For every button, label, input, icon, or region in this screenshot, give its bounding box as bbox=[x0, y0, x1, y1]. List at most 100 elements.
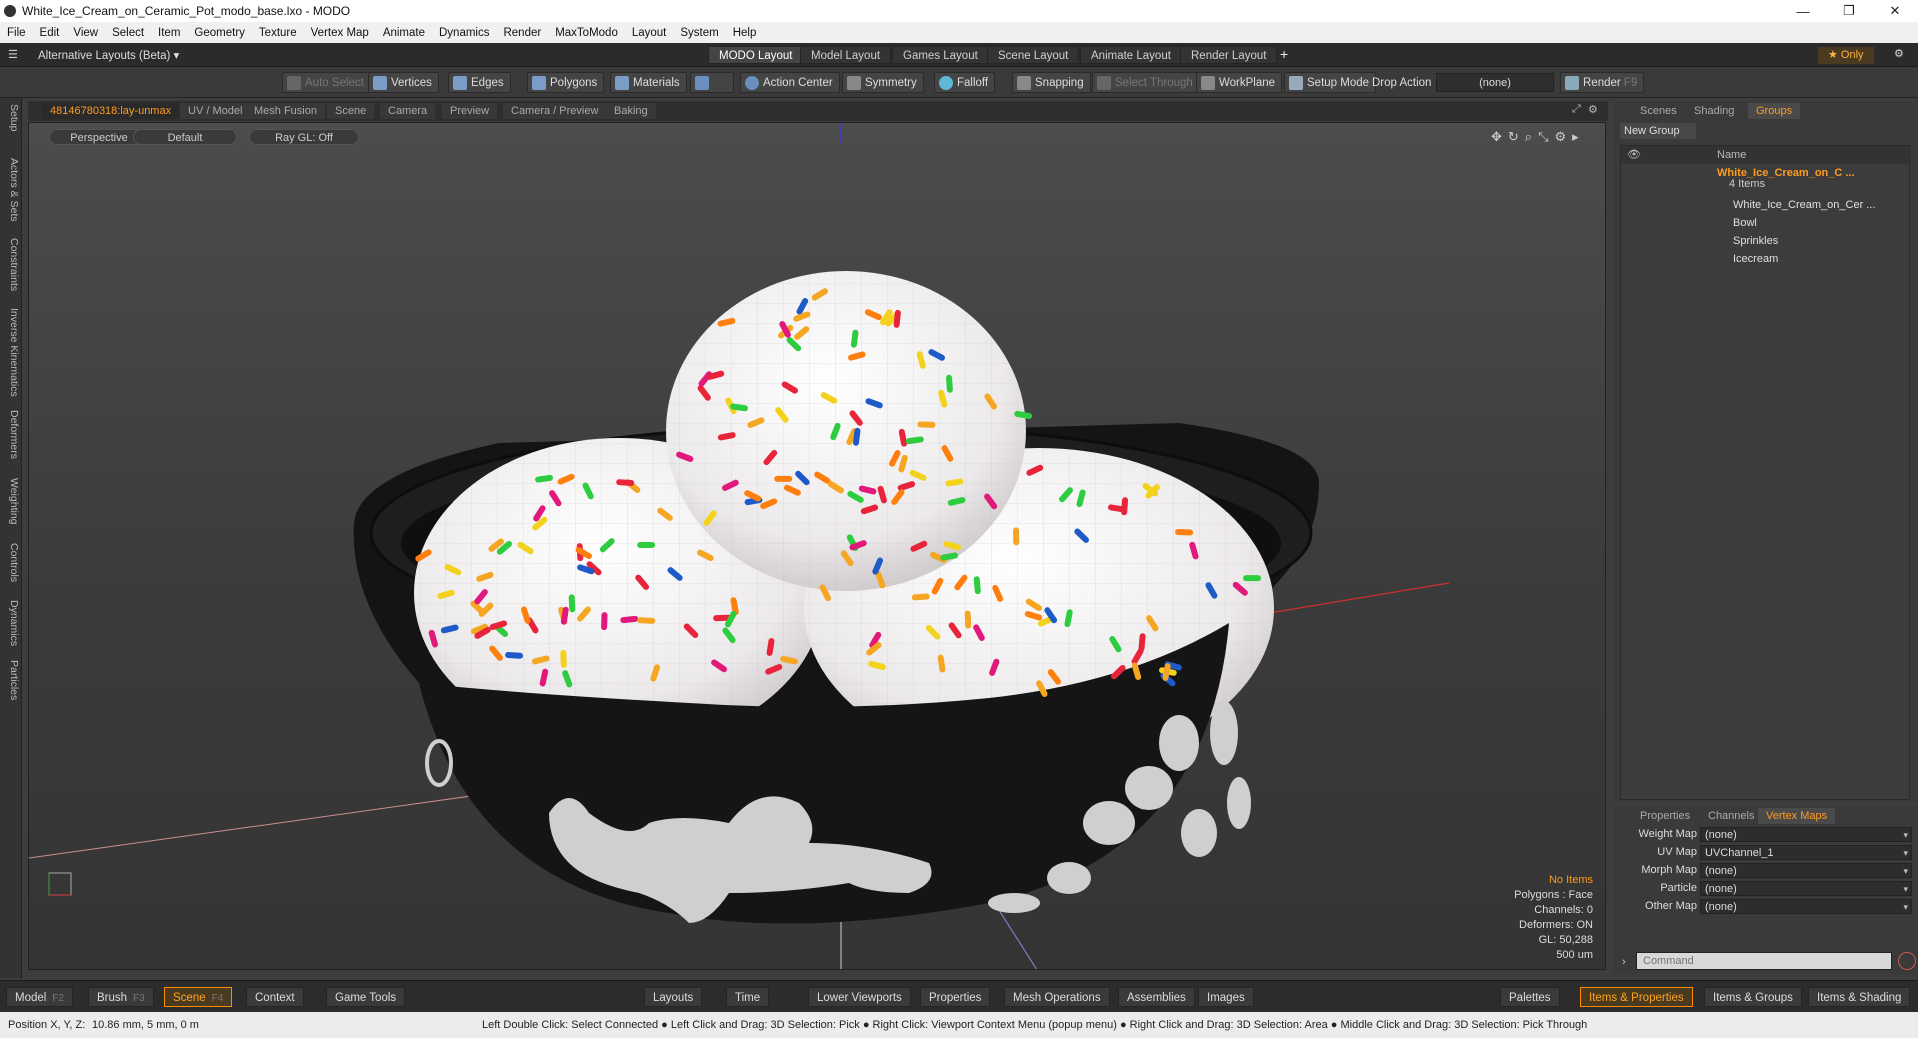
command-input[interactable] bbox=[1636, 952, 1892, 970]
menu-vertex-map[interactable]: Vertex Map bbox=[304, 27, 376, 39]
weight-map-select[interactable]: (none) bbox=[1700, 827, 1912, 843]
group-root-row[interactable]: White_Ice_Cream_on_C ... 4 Items bbox=[1621, 166, 1911, 192]
record-icon[interactable] bbox=[1898, 952, 1916, 970]
menu-geometry[interactable]: Geometry bbox=[187, 27, 252, 39]
menu-render[interactable]: Render bbox=[496, 27, 548, 39]
time-button[interactable]: Time bbox=[726, 987, 770, 1007]
images-button[interactable]: Images bbox=[1198, 987, 1254, 1007]
properties-button[interactable]: Properties bbox=[920, 987, 991, 1007]
visibility-icon[interactable]: 👁 bbox=[1627, 146, 1641, 164]
side-tab-weighting[interactable]: Weighting bbox=[2, 478, 20, 525]
menu-view[interactable]: View bbox=[66, 27, 105, 39]
tab-camera[interactable]: Camera bbox=[380, 103, 436, 119]
workplane-button[interactable]: WorkPlane bbox=[1196, 72, 1283, 93]
menu-help[interactable]: Help bbox=[726, 27, 764, 39]
menu-edit[interactable]: Edit bbox=[33, 27, 67, 39]
viewport-gear-icon[interactable]: ⚙ bbox=[1588, 103, 1598, 116]
materials-button[interactable]: Materials bbox=[610, 72, 687, 93]
morph-map-select[interactable]: (none) bbox=[1700, 863, 1912, 879]
other-map-select[interactable]: (none) bbox=[1700, 899, 1912, 915]
assemblies-button[interactable]: Assemblies bbox=[1118, 987, 1195, 1007]
new-group-button[interactable]: New Group bbox=[1620, 123, 1696, 139]
brush-mode-button[interactable]: Brush F3 bbox=[88, 987, 154, 1007]
menu-maxtomodo[interactable]: MaxToModo bbox=[548, 27, 625, 39]
game-tools-button[interactable]: Game Tools bbox=[326, 987, 406, 1007]
tab-properties[interactable]: Properties bbox=[1632, 808, 1698, 824]
polygons-button[interactable]: Polygons bbox=[527, 72, 605, 93]
side-tab-inverse-kinematics[interactable]: Inverse Kinematics bbox=[2, 308, 20, 397]
tab-animate-layout[interactable]: Animate Layout bbox=[1080, 46, 1182, 64]
minimize-button[interactable]: — bbox=[1780, 0, 1826, 22]
action-center-button[interactable]: Action Center bbox=[740, 72, 840, 93]
falloff-button[interactable]: Falloff bbox=[934, 72, 996, 93]
side-tab-controls[interactable]: Controls bbox=[2, 543, 20, 582]
items-properties-button[interactable]: Items & Properties bbox=[1580, 987, 1693, 1007]
drop-action-select[interactable]: (none) bbox=[1436, 73, 1554, 92]
3d-viewport[interactable]: Perspective Default Ray GL: Off ✥↻⌕⤡⚙▸ N… bbox=[28, 122, 1606, 970]
snap-toggle-icon[interactable] bbox=[690, 72, 734, 93]
lower-viewports-button[interactable]: Lower Viewports bbox=[808, 987, 911, 1007]
mesh-operations-button[interactable]: Mesh Operations bbox=[1004, 987, 1110, 1007]
side-tab-dynamics[interactable]: Dynamics bbox=[2, 600, 20, 646]
menu-animate[interactable]: Animate bbox=[376, 27, 432, 39]
tab-camera-preview[interactable]: Camera / Preview bbox=[503, 103, 607, 119]
items-shading-button[interactable]: Items & Shading bbox=[1808, 987, 1911, 1007]
gear-icon[interactable]: ⚙ bbox=[1894, 47, 1904, 60]
group-item-row[interactable]: Sprinkles bbox=[1621, 232, 1911, 250]
snapping-button[interactable]: Snapping bbox=[1012, 72, 1091, 93]
tab-channels[interactable]: Channels bbox=[1700, 808, 1762, 824]
tab-preview[interactable]: Preview bbox=[442, 103, 498, 119]
add-layout-button[interactable]: + bbox=[1280, 46, 1288, 62]
tab-baking[interactable]: Baking bbox=[606, 103, 656, 119]
only-toggle[interactable]: ★ Only bbox=[1818, 47, 1874, 64]
tab-scenes[interactable]: Scenes bbox=[1632, 103, 1685, 119]
tab-uv-model[interactable]: UV / Model bbox=[180, 103, 251, 119]
layout-menu-icon[interactable]: ☰ bbox=[8, 48, 18, 61]
side-tab-actors-sets[interactable]: Actors & Sets bbox=[2, 158, 20, 222]
side-tab-constraints[interactable]: Constraints bbox=[2, 238, 20, 291]
layout-selector[interactable]: Alternative Layouts (Beta) ▾ bbox=[38, 48, 179, 62]
layouts-button[interactable]: Layouts bbox=[644, 987, 703, 1007]
menu-select[interactable]: Select bbox=[105, 27, 151, 39]
uv-map-select[interactable]: UVChannel_1 bbox=[1700, 845, 1912, 861]
select-through-button[interactable]: Select Through bbox=[1092, 72, 1200, 93]
tab-vertex-maps[interactable]: Vertex Maps bbox=[1758, 808, 1836, 824]
menu-system[interactable]: System bbox=[673, 27, 725, 39]
menu-layout[interactable]: Layout bbox=[625, 27, 674, 39]
menu-file[interactable]: File bbox=[0, 27, 33, 39]
close-button[interactable]: ✕ bbox=[1872, 0, 1918, 22]
palettes-button[interactable]: Palettes bbox=[1500, 987, 1560, 1007]
side-tab-deformers[interactable]: Deformers bbox=[2, 410, 20, 459]
tab-scene-layout[interactable]: Scene Layout bbox=[987, 46, 1080, 64]
tab-render-layout[interactable]: Render Layout bbox=[1180, 46, 1278, 64]
tab-shading[interactable]: Shading bbox=[1686, 103, 1742, 119]
setup-mode-button[interactable]: Setup Mode bbox=[1284, 72, 1377, 93]
vertices-button[interactable]: Vertices bbox=[368, 72, 439, 93]
tab-scene[interactable]: Scene bbox=[327, 103, 375, 119]
viewport-maximize-icon[interactable]: ⤢ bbox=[1572, 103, 1581, 116]
model-mode-button[interactable]: Model F2 bbox=[6, 987, 73, 1007]
particle-select[interactable]: (none) bbox=[1700, 881, 1912, 897]
tab-games-layout[interactable]: Games Layout bbox=[892, 46, 989, 64]
side-tab-particles[interactable]: Particles bbox=[2, 660, 20, 700]
menu-dynamics[interactable]: Dynamics bbox=[432, 27, 496, 39]
tab-modo-layout[interactable]: MODO Layout bbox=[708, 46, 804, 64]
context-button[interactable]: Context bbox=[246, 987, 304, 1007]
group-item-row[interactable]: Bowl bbox=[1621, 214, 1911, 232]
menu-item[interactable]: Item bbox=[151, 27, 187, 39]
auto-select-button[interactable]: Auto Select bbox=[282, 72, 371, 93]
scene-mode-button[interactable]: Scene F4 bbox=[164, 987, 233, 1007]
symmetry-button[interactable]: Symmetry bbox=[842, 72, 924, 93]
tab-viewport-main[interactable]: 48146780318:lay-unmax bbox=[42, 103, 180, 119]
tab-groups[interactable]: Groups bbox=[1748, 103, 1801, 119]
render-button[interactable]: Render F9 bbox=[1560, 72, 1645, 93]
items-groups-button[interactable]: Items & Groups bbox=[1704, 987, 1802, 1007]
menu-texture[interactable]: Texture bbox=[252, 27, 304, 39]
edges-button[interactable]: Edges bbox=[448, 72, 511, 93]
group-item-row[interactable]: White_Ice_Cream_on_Cer ... bbox=[1621, 196, 1911, 214]
tab-model-layout[interactable]: Model Layout bbox=[800, 46, 892, 64]
tab-mesh-fusion[interactable]: Mesh Fusion bbox=[246, 103, 325, 119]
maximize-button[interactable]: ❐ bbox=[1826, 0, 1872, 22]
group-item-row[interactable]: Icecream bbox=[1621, 250, 1911, 268]
side-tab-setup[interactable]: Setup bbox=[2, 104, 20, 131]
